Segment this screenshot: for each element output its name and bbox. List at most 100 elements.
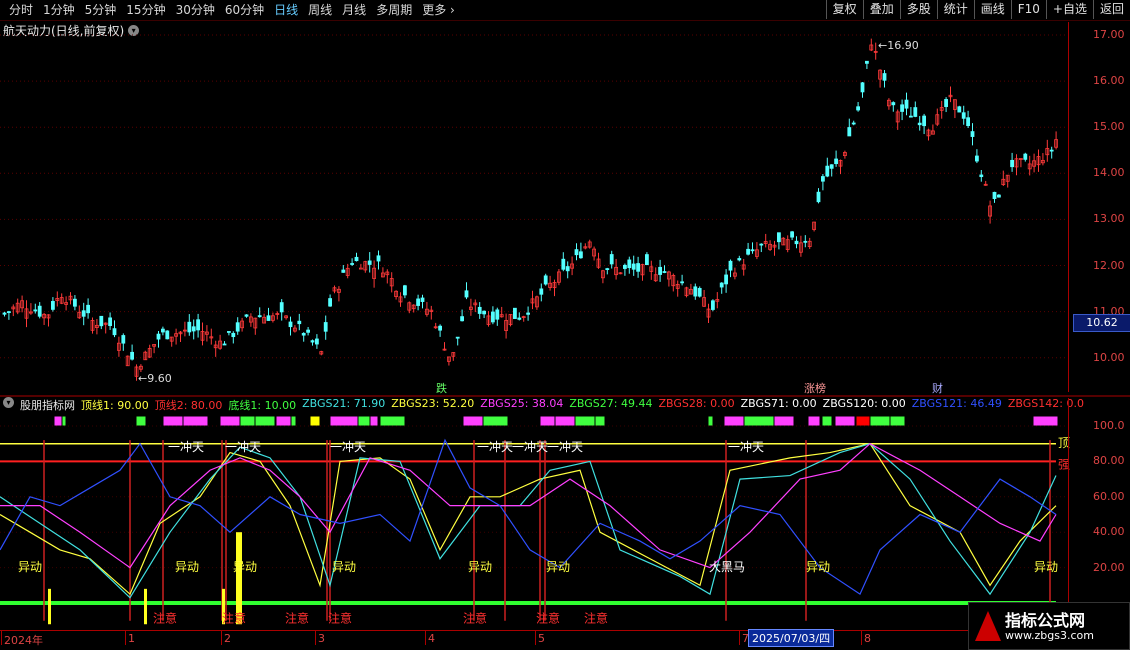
candle-body bbox=[354, 256, 359, 262]
candle-body bbox=[737, 258, 742, 261]
signal-bar bbox=[61, 415, 67, 427]
signal-bar bbox=[807, 415, 821, 427]
kline-chart[interactable]: ←16.90←9.60跌 涨榜 财一冲天 一冲天 一冲天 一冲天一冲天一冲天 一冲天异动 异动… bbox=[0, 0, 1130, 650]
candle-body bbox=[882, 73, 887, 81]
candle-body bbox=[86, 304, 90, 314]
candle-body bbox=[860, 82, 865, 93]
label-yidong: 异动 bbox=[468, 560, 492, 574]
price-tick: 12.00 bbox=[1093, 258, 1125, 272]
candle-body bbox=[51, 301, 55, 310]
label-yidong: 异动 bbox=[1034, 560, 1058, 574]
candle-body bbox=[790, 231, 794, 238]
signal-bar bbox=[539, 415, 556, 427]
signal-bar bbox=[723, 415, 745, 427]
candle-body bbox=[438, 325, 443, 331]
label-yidong: 异动 bbox=[175, 560, 199, 574]
candle-body bbox=[992, 191, 997, 199]
label-chongtian: 一冲天 bbox=[547, 439, 583, 454]
candle-body bbox=[7, 311, 11, 314]
candle-body bbox=[917, 122, 922, 126]
signal-bar bbox=[482, 415, 509, 427]
candle-body bbox=[477, 306, 482, 314]
signal-bar bbox=[869, 415, 891, 427]
signal-bar bbox=[574, 415, 596, 427]
candle-body bbox=[834, 158, 838, 165]
label-chongtian: 一冲天 bbox=[225, 439, 261, 454]
indicator-value-9: ZBGS120: 0.00 bbox=[822, 397, 906, 410]
candle-body bbox=[724, 274, 728, 285]
event-marker: 财 bbox=[932, 381, 943, 395]
indicator-value-3: ZBGS21: 71.90 bbox=[302, 397, 386, 410]
line-zbgs121 bbox=[0, 438, 1057, 596]
candle-body bbox=[420, 297, 425, 302]
indicator-value-6: ZBGS27: 49.44 bbox=[569, 397, 653, 410]
date-tick: 3 bbox=[318, 632, 325, 645]
candle-body bbox=[645, 254, 649, 266]
indicator-name[interactable]: 股朋指标网 bbox=[20, 397, 75, 413]
candle-body bbox=[310, 340, 315, 343]
signal-bar bbox=[855, 415, 871, 427]
signal-bar bbox=[162, 415, 184, 427]
candle-body bbox=[323, 322, 328, 332]
label-yidong: 异动 bbox=[332, 560, 356, 574]
candle-body bbox=[482, 310, 487, 315]
signal-bar bbox=[773, 415, 795, 427]
candle-body bbox=[226, 331, 231, 333]
signal-bar bbox=[290, 415, 297, 427]
date-tick-mark bbox=[535, 631, 536, 645]
candle-body bbox=[99, 315, 104, 327]
signal-bar bbox=[707, 415, 714, 427]
signal-bar bbox=[462, 415, 484, 427]
candle-body bbox=[266, 315, 271, 321]
price-tick: 15.00 bbox=[1093, 120, 1125, 134]
indicator-tick: 80.00 bbox=[1093, 454, 1125, 468]
candle-body bbox=[165, 330, 170, 340]
candle-body bbox=[191, 326, 196, 332]
date-tick-mark bbox=[1, 631, 2, 645]
candle-body bbox=[631, 263, 636, 270]
candle-body bbox=[829, 164, 834, 169]
candle-body bbox=[108, 317, 112, 327]
label-chongtian: 一冲天 bbox=[477, 439, 513, 454]
candle-body bbox=[81, 310, 86, 317]
signal-bar bbox=[379, 415, 406, 427]
selected-date: 2025/07/03/四 bbox=[748, 629, 835, 647]
high-label: ←16.90 bbox=[878, 39, 919, 52]
signal-bar bbox=[219, 415, 241, 427]
date-tick: 1 bbox=[128, 632, 135, 645]
candle-body bbox=[257, 315, 262, 318]
candle-body bbox=[750, 249, 755, 252]
candle-body bbox=[662, 271, 667, 273]
candle-body bbox=[957, 106, 962, 113]
indicator-tick: 100.0 bbox=[1093, 419, 1125, 432]
label-chongtian: 一冲天 bbox=[168, 439, 204, 454]
label-yidong: 异动 bbox=[546, 560, 570, 574]
indicator-value-1: 顶线2: 80.00 bbox=[154, 399, 223, 412]
last-price-badge: 10.62 bbox=[1073, 314, 1130, 332]
date-tick-mark bbox=[315, 631, 316, 645]
logo-url: www.zbgs3.com bbox=[1005, 629, 1094, 642]
price-tick: 13.00 bbox=[1093, 212, 1125, 226]
candle-body bbox=[33, 309, 38, 312]
indicator-dropdown-icon[interactable]: ▾ bbox=[3, 397, 14, 408]
date-tick-mark bbox=[221, 631, 222, 645]
candle-body bbox=[121, 335, 126, 344]
event-marker: 跌 bbox=[436, 381, 447, 395]
indicator-value-10: ZBGS121: 46.49 bbox=[911, 397, 1002, 410]
highlight-bar bbox=[236, 532, 242, 625]
indicator-tick: 20.00 bbox=[1093, 560, 1125, 574]
candle-body bbox=[464, 290, 469, 298]
candle-body bbox=[2, 312, 7, 315]
candle-body bbox=[235, 322, 240, 332]
candle-body bbox=[623, 264, 627, 269]
indicator-value-5: ZBGS25: 38.04 bbox=[480, 397, 564, 410]
label-zhuyi: 注意 bbox=[328, 610, 352, 625]
low-label: ←9.60 bbox=[138, 372, 172, 385]
candle-body bbox=[609, 254, 614, 265]
candle-body bbox=[693, 286, 698, 297]
signal-bar bbox=[135, 415, 147, 427]
candle-body bbox=[794, 240, 799, 245]
signal-bar bbox=[182, 415, 209, 427]
candle-body bbox=[891, 102, 896, 106]
candle-body bbox=[513, 307, 517, 319]
